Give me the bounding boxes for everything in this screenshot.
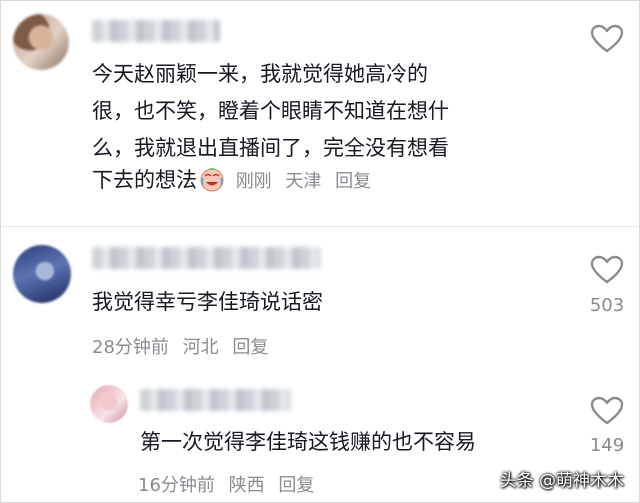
reply-button[interactable]: 回复 <box>278 475 314 496</box>
watermark: 头条 @萌神木木 <box>499 471 624 491</box>
comment-text-line: 第一次觉得李佳琦这钱赚的也不容易 <box>140 430 476 454</box>
comment-meta: 刚刚 天津 回复 <box>236 171 379 192</box>
username-blurred[interactable] <box>140 389 290 411</box>
username-blurred[interactable] <box>92 20 220 42</box>
avatar[interactable] <box>13 14 69 70</box>
comment-divider <box>0 226 640 227</box>
like-count: 503 <box>589 295 625 316</box>
comment-text-line: 很，也不笑，瞪着个眼睛不知道在想什 <box>92 99 449 123</box>
comment-text-line: 今天赵丽颖一来，我就觉得她高冷的 <box>92 62 428 86</box>
comment-location: 陕西 <box>228 475 265 496</box>
comment-text-line: 我觉得幸亏李佳琦说话密 <box>92 290 323 314</box>
reply-button[interactable]: 回复 <box>232 337 268 358</box>
comment-meta: 16分钟前 陕西 回复 <box>138 471 322 497</box>
heart-icon[interactable] <box>590 396 624 426</box>
comment-meta: 28分钟前 河北 回复 <box>92 333 276 359</box>
like-count: 149 <box>589 435 625 456</box>
avatar[interactable] <box>13 245 71 303</box>
reply-button[interactable]: 回复 <box>335 171 371 192</box>
heart-icon[interactable] <box>590 255 624 285</box>
username-blurred[interactable] <box>92 247 320 269</box>
comment-text-line: 下去的想法 <box>92 168 197 192</box>
comment-time: 刚刚 <box>235 171 272 192</box>
crying-laughing-emoji-icon <box>200 168 224 192</box>
comment-time: 16分钟前 <box>138 475 215 496</box>
comment-location: 河北 <box>182 337 219 358</box>
avatar[interactable] <box>90 385 128 423</box>
comment-last-line: 下去的想法 刚刚 天津 回复 <box>92 162 379 200</box>
comment-time: 28分钟前 <box>92 337 169 358</box>
comment-location: 天津 <box>285 171 322 192</box>
heart-icon[interactable] <box>590 24 624 54</box>
